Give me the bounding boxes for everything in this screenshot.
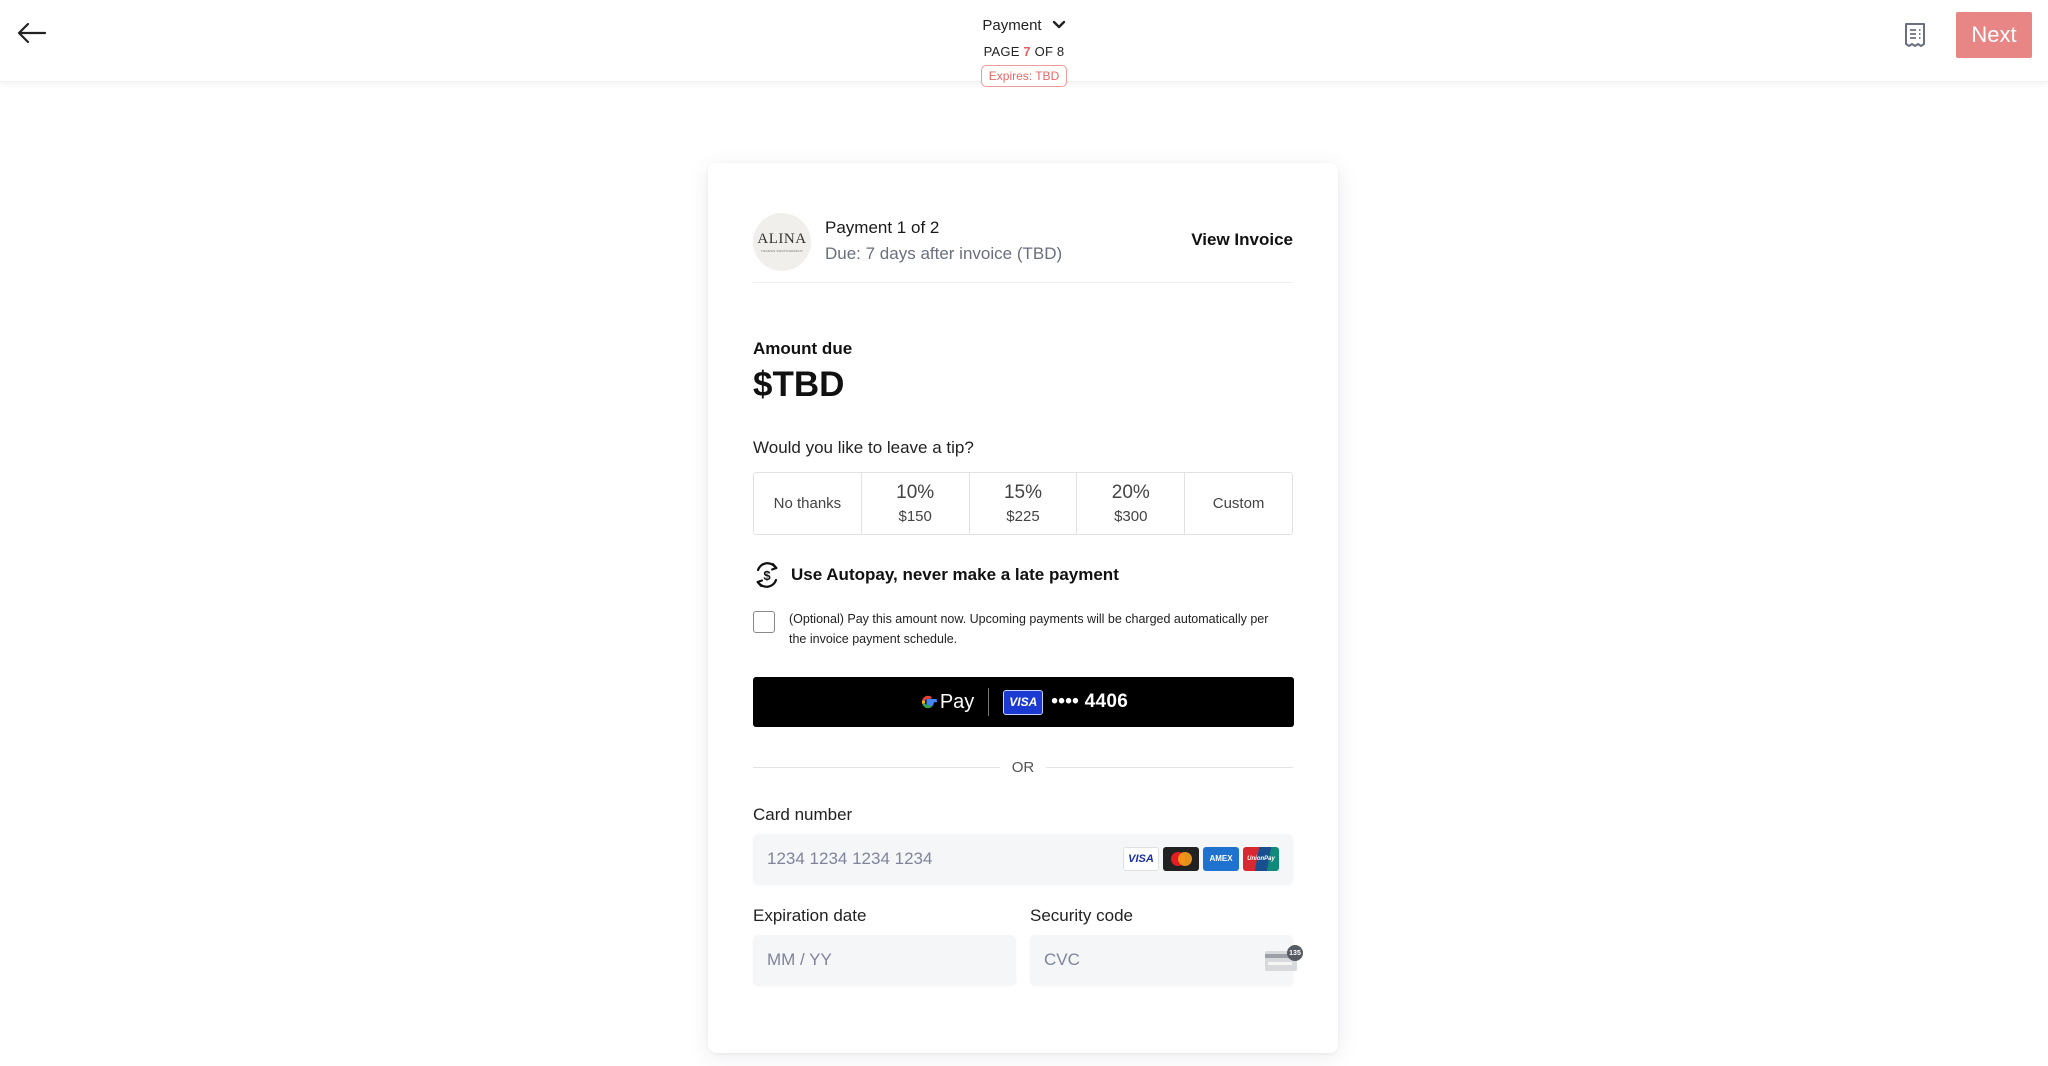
unionpay-icon: UnionPay: [1243, 847, 1279, 871]
google-pay-card-number: •••• 4406: [1051, 691, 1129, 712]
security-code-field: 135: [1030, 935, 1303, 985]
expiration-input[interactable]: [767, 950, 1002, 970]
top-bar: Payment PAGE 7 OF 8 Expires: TBD Next: [0, 0, 2048, 87]
chevron-down-icon: [1052, 20, 1065, 29]
tip-percent: 10%: [896, 482, 935, 503]
autopay-heading: $ Use Autopay, never make a late payment: [753, 561, 1293, 589]
google-g-icon: [921, 695, 937, 709]
autopay-option: (Optional) Pay this amount now. Upcoming…: [753, 609, 1293, 649]
autopay-checkbox[interactable]: [753, 611, 775, 633]
page-prefix: PAGE: [983, 44, 1024, 59]
google-pay-button[interactable]: Pay VISA •••• 4406: [753, 677, 1294, 727]
tip-option-no-thanks[interactable]: No thanks: [754, 473, 862, 534]
amount-due-value: $TBD: [753, 365, 845, 404]
card-number-label: Card number: [753, 805, 853, 824]
section-dropdown[interactable]: Payment: [982, 14, 1065, 36]
tip-option-20[interactable]: 20% $300: [1077, 473, 1186, 534]
payment-title: Payment 1 of 2: [825, 218, 940, 237]
logo-brand: ALINA: [757, 230, 807, 247]
google-pay-logo: Pay: [919, 691, 974, 714]
tip-option-label: Custom: [1212, 495, 1265, 512]
receipt-button[interactable]: [1900, 20, 1930, 50]
page-indicator: PAGE 7 OF 8: [984, 44, 1065, 59]
autopay-title: Use Autopay, never make a late payment: [791, 565, 1119, 584]
security-code-input[interactable]: [1044, 950, 1265, 970]
or-divider: OR: [753, 757, 1293, 777]
payment-card: ALINA THOMAS PHOTOGRAPHY Payment 1 of 2 …: [708, 163, 1338, 1053]
mastercard-icon: [1163, 847, 1199, 871]
expires-badge: Expires: TBD: [980, 65, 1068, 87]
tip-option-label: No thanks: [773, 495, 842, 512]
tip-option-15[interactable]: 15% $225: [969, 473, 1078, 534]
google-pay-label: Pay: [939, 690, 975, 713]
tip-percent: 20%: [1111, 482, 1150, 503]
page-suffix: OF 8: [1030, 44, 1065, 59]
svg-text:$: $: [763, 568, 771, 583]
tip-option-10[interactable]: 10% $150: [861, 473, 970, 534]
cvc-card-icon: 135: [1265, 945, 1303, 972]
card-brand-icons: VISA AMEX UnionPay: [1123, 847, 1279, 871]
expiration-field: [753, 935, 1016, 985]
autopay-description: (Optional) Pay this amount now. Upcoming…: [789, 612, 1269, 646]
amount-due-label: Amount due: [753, 339, 853, 358]
vendor-logo: ALINA THOMAS PHOTOGRAPHY: [753, 213, 811, 271]
visa-icon: VISA: [1123, 847, 1159, 871]
security-code-label: Security code: [1030, 906, 1133, 925]
payment-due: Due: 7 days after invoice (TBD): [825, 244, 1063, 263]
tip-amount: $300: [1114, 508, 1148, 525]
tip-question: Would you like to leave a tip?: [753, 438, 974, 457]
header-center: Payment PAGE 7 OF 8 Expires: TBD: [0, 14, 2048, 87]
payment-header: ALINA THOMAS PHOTOGRAPHY Payment 1 of 2 …: [753, 213, 1293, 283]
divider-line: [753, 766, 1000, 768]
tip-amount: $150: [898, 508, 932, 525]
receipt-icon: [1905, 23, 1925, 47]
card-number-field: VISA AMEX UnionPay: [753, 834, 1293, 884]
visa-card-icon: VISA: [1003, 689, 1044, 715]
cvc-hint: 135: [1287, 945, 1303, 961]
divider-line: [1046, 766, 1293, 768]
section-title: Payment: [982, 16, 1042, 34]
view-invoice-link[interactable]: View Invoice: [1191, 230, 1293, 250]
amex-icon: AMEX: [1203, 847, 1239, 871]
tip-amount: $225: [1006, 508, 1040, 525]
google-pay-divider: [988, 688, 990, 716]
tip-options: No thanks 10% $150 15% $225 20% $300 Cus…: [753, 472, 1293, 535]
or-text: OR: [1011, 758, 1035, 776]
tip-option-custom[interactable]: Custom: [1185, 473, 1292, 534]
page-current: 7: [1023, 44, 1031, 59]
autopay-dollar-cycle-icon: $: [756, 562, 778, 588]
card-number-input[interactable]: [767, 849, 1123, 869]
next-button[interactable]: Next: [1956, 12, 2032, 58]
logo-subtitle: THOMAS PHOTOGRAPHY: [760, 248, 804, 253]
tip-percent: 15%: [1003, 482, 1042, 503]
